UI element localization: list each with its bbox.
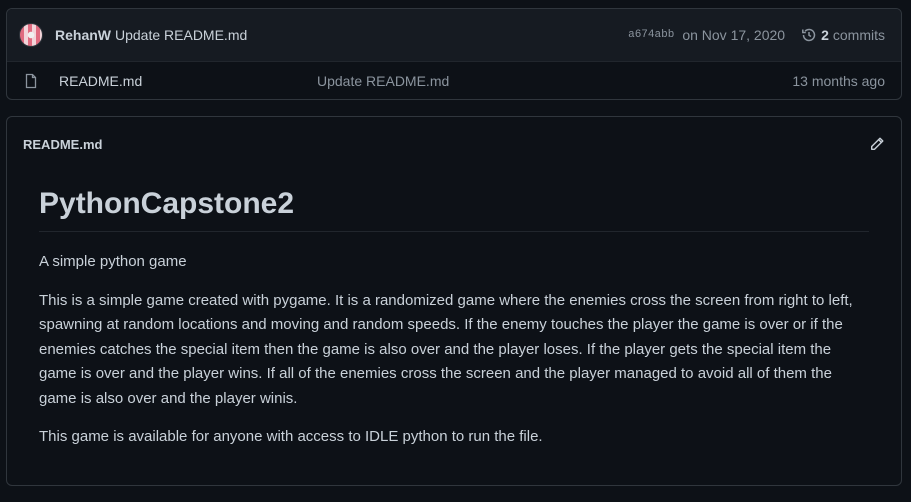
file-commit-message-link[interactable]: Update README.md [317, 73, 449, 89]
avatar[interactable] [19, 23, 43, 47]
commit-history-link[interactable]: 2 commits [801, 27, 885, 43]
readme-header: README.md [7, 117, 901, 171]
commits-label: commits [832, 27, 885, 43]
readme-content: PythonCapstone2 A simple python game Thi… [7, 171, 901, 450]
commit-sha-link[interactable]: a674abb [628, 29, 674, 41]
file-name-link[interactable]: README.md [59, 73, 317, 89]
edit-readme-button[interactable] [869, 136, 885, 152]
readme-panel: README.md PythonCapstone2 A simple pytho… [6, 116, 902, 486]
file-age: 13 months ago [792, 73, 885, 89]
file-list-box: RehanW Update README.md a674abb on Nov 1… [6, 8, 902, 100]
readme-paragraph: This is a simple game created with pygam… [39, 291, 853, 407]
commit-author-link[interactable]: RehanW [55, 27, 111, 43]
readme-filename-link[interactable]: README.md [23, 137, 102, 152]
commit-message-link[interactable]: Update README.md [115, 27, 247, 43]
commit-date: on Nov 17, 2020 [682, 27, 786, 43]
readme-paragraph: A simple python game [39, 253, 187, 270]
pencil-icon [871, 137, 884, 150]
history-icon [802, 28, 816, 42]
latest-commit-row: RehanW Update README.md a674abb on Nov 1… [7, 9, 901, 62]
readme-heading: PythonCapstone2 [39, 187, 869, 232]
readme-paragraph: This game is available for anyone with a… [39, 428, 543, 445]
file-icon [23, 73, 39, 89]
commit-count: 2 [821, 27, 829, 43]
list-item[interactable]: README.md Update README.md 13 months ago [7, 62, 901, 99]
